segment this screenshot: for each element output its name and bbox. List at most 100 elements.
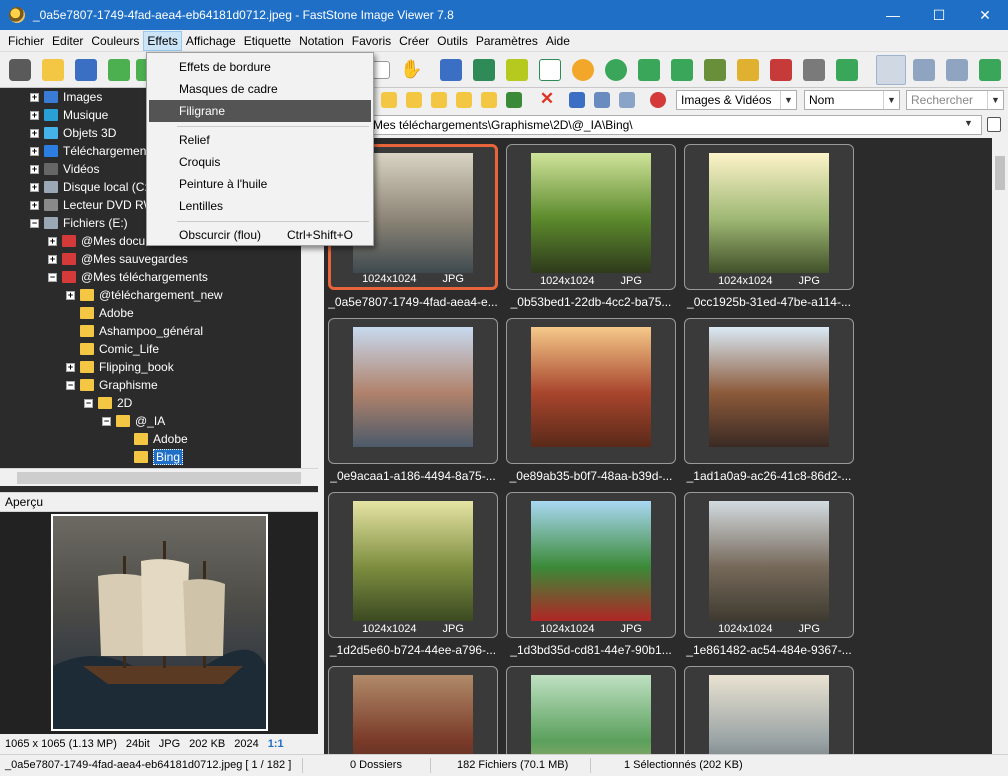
film-strip-icon[interactable] (440, 59, 462, 81)
thumbnail-filename[interactable]: _1d2d5e60-b724-44ee-a796-... (324, 643, 503, 657)
tree-item[interactable]: + Musique (30, 106, 108, 124)
color-balance-icon[interactable] (539, 59, 561, 81)
refresh-folder-icon[interactable] (406, 92, 422, 108)
resize-icon[interactable] (737, 59, 759, 81)
thumbnail-filename[interactable]: _0cc1925b-31ed-47be-a114-... (679, 295, 859, 309)
hand-tool-icon[interactable]: ✋ (400, 59, 422, 81)
maximize-button[interactable]: ☐ (916, 0, 962, 30)
tree-item[interactable]: Adobe (120, 430, 188, 448)
menu-etiquette[interactable]: Etiquette (240, 31, 295, 51)
expand-icon[interactable]: + (66, 290, 75, 300)
thumbnail-card[interactable]: 1024x1024 JPG (684, 144, 854, 290)
flip-icon[interactable] (704, 59, 726, 81)
delete-icon[interactable]: ✕ (538, 90, 556, 108)
chevron-down-icon[interactable]: ▼ (987, 91, 1003, 109)
thumbnail-filename[interactable]: _1d3bd35d-cd81-44e7-90b1... (501, 643, 681, 657)
menu-item-relief[interactable]: Relief (149, 129, 371, 151)
back-icon[interactable] (108, 59, 130, 81)
tree-item[interactable]: + Flipping_book (66, 358, 174, 376)
layout-preview-icon[interactable] (913, 59, 935, 81)
save-icon[interactable] (75, 59, 97, 81)
path-input[interactable]: Mes téléchargements\Graphisme\2D\@_IA\Bi… (328, 115, 982, 135)
thumbnail-card[interactable]: 1024x1024 JPG (506, 144, 676, 290)
crop-icon[interactable] (506, 59, 528, 81)
rotate-left-icon[interactable] (638, 59, 660, 81)
open-folder-icon[interactable] (42, 59, 64, 81)
tree-item[interactable]: Comic_Life (66, 340, 159, 358)
thumbnail-card[interactable]: 1024x1024 JPG (506, 492, 676, 638)
tree-item[interactable]: + @Mes sauvegardes (48, 250, 188, 268)
collapse-icon[interactable]: − (84, 398, 93, 408)
collapse-icon[interactable]: − (102, 416, 111, 426)
print-icon[interactable] (803, 59, 825, 81)
scroll-thumb[interactable] (995, 156, 1005, 190)
thumbnail-card[interactable] (684, 318, 854, 464)
search-input[interactable]: Rechercher ▼ (906, 90, 1004, 110)
chevron-down-icon[interactable]: ▼ (883, 91, 899, 109)
expand-icon[interactable]: + (66, 362, 75, 372)
close-button[interactable]: ✕ (962, 0, 1008, 30)
scroll-thumb[interactable] (17, 472, 301, 484)
check-icon[interactable] (836, 59, 858, 81)
menu-parametres[interactable]: Paramètres (472, 31, 542, 51)
menu-item-croquis[interactable]: Croquis (149, 151, 371, 173)
details-view-icon[interactable] (619, 92, 635, 108)
thumbnail-filename[interactable]: _1e861482-ac54-484e-9367-... (679, 643, 859, 657)
camera-icon[interactable] (9, 59, 31, 81)
favorite-folder-icon[interactable] (456, 92, 472, 108)
file-type-filter[interactable]: Images & Vidéos ▼ (676, 90, 797, 110)
expand-icon[interactable]: + (30, 110, 39, 120)
tree-item[interactable]: + Objets 3D (30, 124, 116, 142)
menu-favoris[interactable]: Favoris (348, 31, 395, 51)
thumbnail-card[interactable]: 1024x1024 JPG (684, 492, 854, 638)
tree-item[interactable]: + Vidéos (30, 160, 99, 178)
expand-icon[interactable]: + (30, 146, 39, 156)
tree-item[interactable]: − Graphisme (66, 376, 158, 394)
tree-item[interactable]: − @Mes téléchargements (48, 268, 208, 286)
thumbnail-card[interactable] (684, 666, 854, 754)
tree-item[interactable]: + @téléchargement_new (66, 286, 223, 304)
thumbnail-filename[interactable]: _0a5e7807-1749-4fad-aea4-e... (324, 295, 503, 309)
expand-icon[interactable]: + (30, 200, 39, 210)
fit-screen-icon[interactable] (979, 59, 1001, 81)
zoom-dropdown-icon[interactable] (372, 61, 390, 79)
menu-outils[interactable]: Outils (433, 31, 472, 51)
trash-icon[interactable] (987, 117, 1001, 132)
collapse-icon[interactable]: − (66, 380, 75, 390)
menu-couleurs[interactable]: Couleurs (87, 31, 143, 51)
tree-item[interactable]: + Lecteur DVD RW (30, 196, 155, 214)
expand-icon[interactable]: + (30, 182, 39, 192)
tree-item[interactable]: Ashampoo_général (66, 322, 203, 340)
expand-icon[interactable]: + (48, 254, 57, 264)
tree-item[interactable]: Bing (120, 448, 184, 466)
copy-to-icon[interactable] (473, 59, 495, 81)
tree-item[interactable]: + Téléchargements (30, 142, 156, 160)
tree-item[interactable]: + Disque local (C:) (30, 178, 152, 196)
info-zoom[interactable]: 1:1 (268, 738, 284, 750)
menu-item-effets-bordure[interactable]: Effets de bordure (149, 56, 371, 78)
copy-folder-icon[interactable] (506, 92, 522, 108)
list-view-icon[interactable] (594, 92, 610, 108)
thumbnail-filename[interactable]: _0b53bed1-22db-4cc2-ba75... (501, 295, 681, 309)
menu-fichier[interactable]: Fichier (4, 31, 48, 51)
tree-item[interactable]: − @_IA (102, 412, 165, 430)
expand-icon[interactable]: + (30, 128, 39, 138)
user-icon[interactable] (605, 59, 627, 81)
menu-creer[interactable]: Créer (395, 31, 433, 51)
layout-fullscreen-icon[interactable] (946, 59, 968, 81)
tree-item[interactable]: − Fichiers (E:) (30, 214, 128, 232)
folder-up-icon[interactable] (381, 92, 397, 108)
chevron-down-icon[interactable]: ▼ (964, 118, 973, 128)
menu-item-peinture-huile[interactable]: Peinture à l'huile (149, 173, 371, 195)
menu-aide[interactable]: Aide (542, 31, 574, 51)
tree-horizontal-scrollbar[interactable] (0, 468, 318, 486)
expand-icon[interactable]: + (30, 164, 39, 174)
thumbnail-card[interactable] (506, 318, 676, 464)
layout-browser-icon[interactable] (876, 55, 906, 85)
menu-editer[interactable]: Editer (48, 31, 87, 51)
delete-icon[interactable] (770, 59, 792, 81)
collapse-icon[interactable]: − (48, 272, 57, 282)
thumbnail-filename[interactable]: _0e9acaa1-a186-4494-8a75-... (324, 469, 503, 483)
sort-select[interactable]: Nom ▼ (804, 90, 900, 110)
minimize-button[interactable]: — (870, 0, 916, 30)
